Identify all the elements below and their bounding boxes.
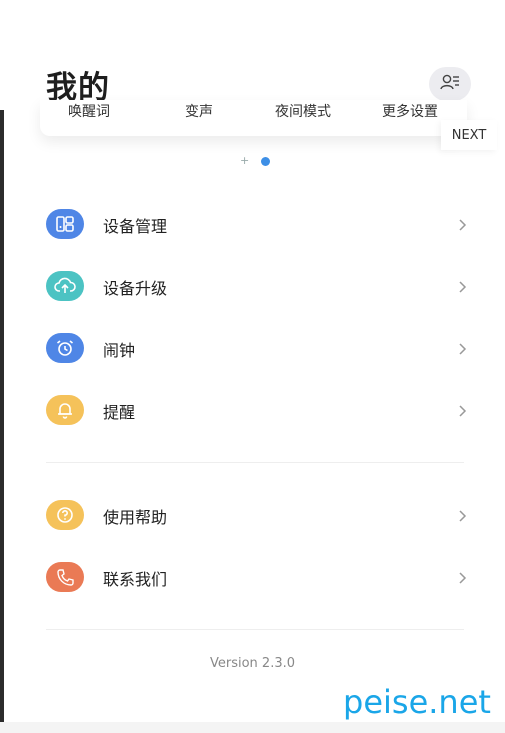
menu-label: 联系我们 [103, 570, 168, 589]
bell-icon [46, 395, 84, 425]
phone-icon [46, 562, 84, 592]
menu-label: 闹钟 [103, 341, 136, 360]
header: 我的 [0, 0, 505, 110]
menu-label: 设备管理 [103, 217, 168, 236]
profile-button[interactable] [429, 67, 471, 101]
help-icon [46, 500, 84, 530]
chevron-right-icon [457, 403, 467, 422]
menu-item-alarm[interactable]: 闹钟 [0, 321, 505, 377]
section-divider [46, 629, 464, 630]
menu-item-reminder[interactable]: 提醒 [0, 383, 505, 439]
quick-setting-more[interactable]: 更多设置 [382, 101, 438, 121]
menu-item-help[interactable]: 使用帮助 [0, 488, 505, 544]
device-management-icon [46, 209, 84, 239]
menu-item-device-management[interactable]: 设备管理 [0, 197, 505, 253]
bottom-bar [0, 722, 505, 733]
menu-label: 使用帮助 [103, 508, 168, 527]
pager-plus: + [240, 154, 250, 167]
chevron-right-icon [457, 217, 467, 236]
menu-label: 提醒 [103, 403, 136, 422]
chevron-right-icon [457, 279, 467, 298]
quick-setting-wake-word[interactable]: 唤醒词 [68, 101, 110, 121]
next-button[interactable]: NEXT [441, 120, 497, 150]
quick-setting-voice-change[interactable]: 变声 [185, 101, 213, 121]
menu-item-contact-us[interactable]: 联系我们 [0, 550, 505, 606]
chevron-right-icon [457, 508, 467, 527]
quick-settings-card: 唤醒词 变声 夜间模式 更多设置 [40, 100, 467, 136]
version-text: Version 2.3.0 [209, 656, 295, 671]
pager-dot-active [261, 157, 270, 166]
quick-setting-night-mode[interactable]: 夜间模式 [275, 101, 331, 121]
alarm-clock-icon [46, 333, 84, 363]
user-list-icon [440, 73, 460, 95]
menu-item-device-upgrade[interactable]: 设备升级 [0, 259, 505, 315]
menu-label: 设备升级 [103, 279, 168, 298]
cloud-upload-icon [46, 271, 84, 301]
chevron-right-icon [457, 341, 467, 360]
chevron-right-icon [457, 570, 467, 589]
watermark: peise.net [343, 683, 491, 721]
section-divider [46, 462, 464, 463]
